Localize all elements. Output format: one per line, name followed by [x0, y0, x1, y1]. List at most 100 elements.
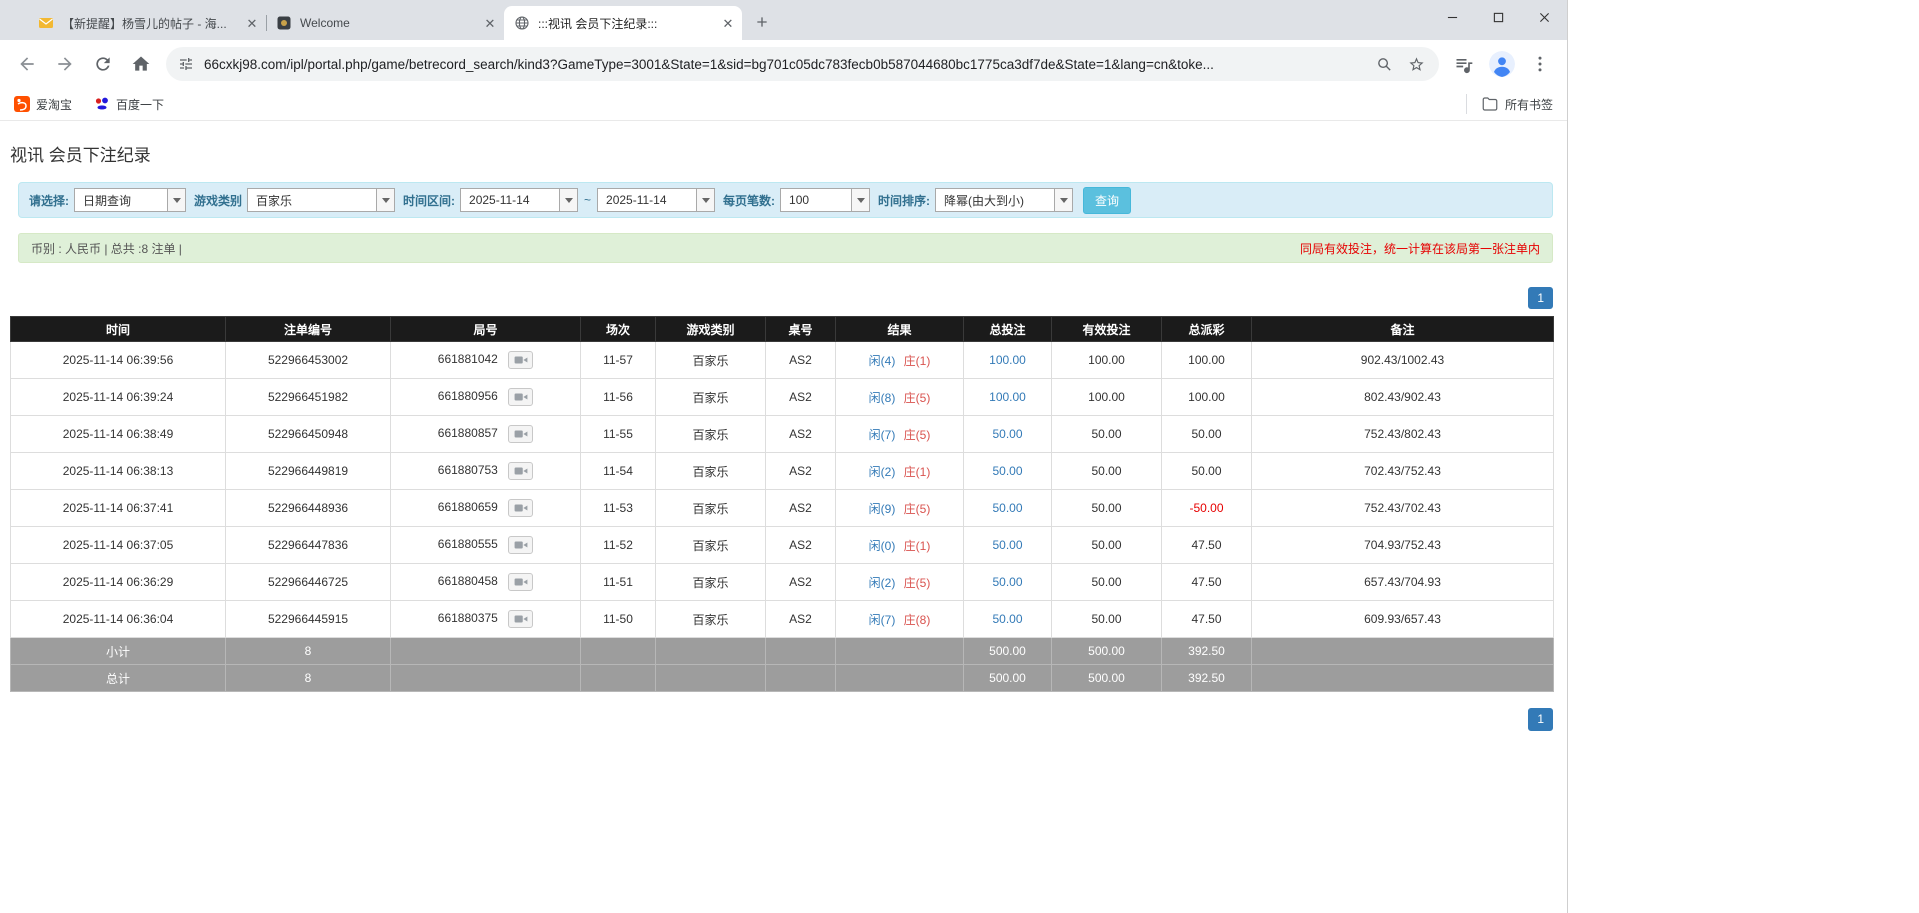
- tab-forum-post[interactable]: 【新提醒】杨雪儿的帖子 - 海... ✕: [28, 6, 266, 40]
- site-settings-icon[interactable]: [178, 56, 194, 72]
- bookmark-star-icon[interactable]: [1405, 53, 1427, 75]
- query-type-dropdown[interactable]: 日期查询: [74, 188, 186, 212]
- date-from-dropdown[interactable]: 2025-11-14: [460, 188, 579, 212]
- chevron-down-icon: [851, 189, 870, 211]
- tab-title: :::视讯 会员下注纪录:::: [538, 16, 658, 31]
- cell-round: 661880956: [390, 378, 581, 417]
- home-icon: [132, 56, 150, 71]
- chevron-down-icon: [1054, 189, 1073, 211]
- round-number: 661880857: [437, 426, 498, 441]
- bookmark-taobao[interactable]: 爱淘宝: [14, 96, 72, 113]
- plus-icon: [757, 17, 767, 27]
- round-number: 661880956: [437, 389, 498, 404]
- column-header: 备注: [1251, 316, 1554, 343]
- page-number-button[interactable]: 1: [1528, 287, 1553, 310]
- all-bookmarks-button[interactable]: 所有书签: [1465, 94, 1553, 114]
- per-page-dropdown[interactable]: 100: [780, 188, 871, 212]
- cell-total-bet[interactable]: 50.00: [963, 452, 1052, 491]
- search-button[interactable]: 查询: [1083, 186, 1132, 214]
- menu-button[interactable]: [1523, 47, 1557, 81]
- cell-round: 661880753: [390, 452, 581, 491]
- result-banker: 庄(5): [903, 427, 931, 442]
- cell-total-bet[interactable]: 100.00: [963, 341, 1052, 380]
- video-replay-button[interactable]: [508, 536, 534, 555]
- cell-total-bet[interactable]: 50.00: [963, 489, 1052, 528]
- minimize-button[interactable]: [1429, 0, 1475, 34]
- per-page-value: 100: [789, 193, 810, 207]
- cell-result: 闲(7) 庄(5): [835, 415, 964, 454]
- date-to-dropdown[interactable]: 2025-11-14: [597, 188, 716, 212]
- toolbar-right: [1445, 47, 1559, 81]
- column-header: 注单编号: [225, 316, 391, 343]
- sort-dropdown[interactable]: 降幂(由大到小): [935, 188, 1074, 212]
- tab-close-icon[interactable]: ✕: [244, 15, 260, 31]
- cell-game-type: 百家乐: [655, 489, 766, 528]
- column-header: 时间: [10, 316, 226, 343]
- close-icon: [1539, 12, 1549, 22]
- bet-records-table: 时间 注单编号 局号 场次 游戏类别 桌号 结果 总投注 有效投注 总派彩 备注 2025-11-1…: [10, 316, 1554, 693]
- cell-round: 661880458: [390, 563, 581, 602]
- home-button[interactable]: [124, 47, 158, 81]
- table-row: 2025-11-14 06:39:24 522966451982 6618809…: [10, 378, 1554, 417]
- video-replay-button[interactable]: [508, 388, 534, 407]
- video-replay-button[interactable]: [508, 610, 534, 629]
- maximize-button[interactable]: [1475, 0, 1521, 34]
- cell-game-type: 百家乐: [655, 600, 766, 639]
- cell-game-type: 百家乐: [655, 526, 766, 565]
- profile-button[interactable]: [1485, 47, 1519, 81]
- url-text: 66cxkj98.com/ipl/portal.php/game/betreco…: [204, 56, 1214, 72]
- summary-payout: 392.50: [1161, 664, 1252, 693]
- tab-welcome[interactable]: Welcome ✕: [266, 6, 504, 40]
- summary-total-bet: 500.00: [963, 637, 1052, 666]
- back-button[interactable]: [10, 47, 44, 81]
- cell-total-bet[interactable]: 50.00: [963, 415, 1052, 454]
- media-controls-button[interactable]: [1447, 47, 1481, 81]
- game-type-dropdown[interactable]: 百家乐: [247, 188, 396, 212]
- profile-avatar-icon: [1489, 51, 1515, 77]
- summary-empty-cell: [835, 664, 964, 693]
- tab-bet-records[interactable]: :::视讯 会员下注纪录::: ✕: [504, 6, 742, 40]
- summary-empty-cell: [655, 664, 766, 693]
- cell-result: 闲(2) 庄(1): [835, 452, 964, 491]
- tab-close-icon[interactable]: ✕: [482, 15, 498, 31]
- result-banker: 庄(1): [903, 464, 931, 479]
- cell-valid-bet: 50.00: [1051, 526, 1162, 565]
- cell-payout: 100.00: [1161, 341, 1252, 380]
- new-tab-button[interactable]: [748, 8, 776, 36]
- cell-payout: 50.00: [1161, 415, 1252, 454]
- video-replay-button[interactable]: [508, 573, 534, 592]
- summary-empty-cell: [580, 664, 656, 693]
- tab-close-icon[interactable]: ✕: [720, 15, 736, 31]
- result-player: 闲(2): [868, 464, 896, 479]
- video-replay-button[interactable]: [508, 462, 534, 481]
- cell-total-bet[interactable]: 50.00: [963, 563, 1052, 602]
- result-banker: 庄(1): [903, 353, 931, 368]
- cell-note: 702.43/752.43: [1251, 452, 1554, 491]
- refresh-button[interactable]: [86, 47, 120, 81]
- cell-valid-bet: 100.00: [1051, 378, 1162, 417]
- video-replay-button[interactable]: [508, 499, 534, 518]
- table-row: 2025-11-14 06:37:41 522966448936 6618806…: [10, 489, 1554, 528]
- cell-total-bet[interactable]: 50.00: [963, 526, 1052, 565]
- chevron-down-icon: [167, 189, 185, 211]
- cell-note: 752.43/702.43: [1251, 489, 1554, 528]
- page-number-button[interactable]: 1: [1528, 708, 1553, 731]
- cell-bet-id: 522966451982: [225, 378, 391, 417]
- summary-empty-cell: [835, 637, 964, 666]
- cell-result: 闲(0) 庄(1): [835, 526, 964, 565]
- game-type-value: 百家乐: [256, 193, 293, 208]
- cell-total-bet[interactable]: 50.00: [963, 600, 1052, 639]
- video-replay-button[interactable]: [508, 425, 534, 444]
- bookmark-baidu[interactable]: 百度一下: [94, 96, 164, 113]
- forward-button[interactable]: [48, 47, 82, 81]
- summary-count: 8: [225, 664, 391, 693]
- video-replay-button[interactable]: [508, 351, 534, 370]
- cell-session: 11-57: [580, 341, 656, 380]
- cell-total-bet[interactable]: 100.00: [963, 378, 1052, 417]
- cell-result: 闲(8) 庄(5): [835, 378, 964, 417]
- close-button[interactable]: [1521, 0, 1567, 34]
- zoom-icon[interactable]: [1373, 53, 1395, 75]
- notice-text: 同局有效投注，统一计算在该局第一张注单内: [1299, 241, 1540, 256]
- video-camera-icon: [514, 430, 528, 438]
- address-bar[interactable]: 66cxkj98.com/ipl/portal.php/game/betreco…: [166, 47, 1439, 81]
